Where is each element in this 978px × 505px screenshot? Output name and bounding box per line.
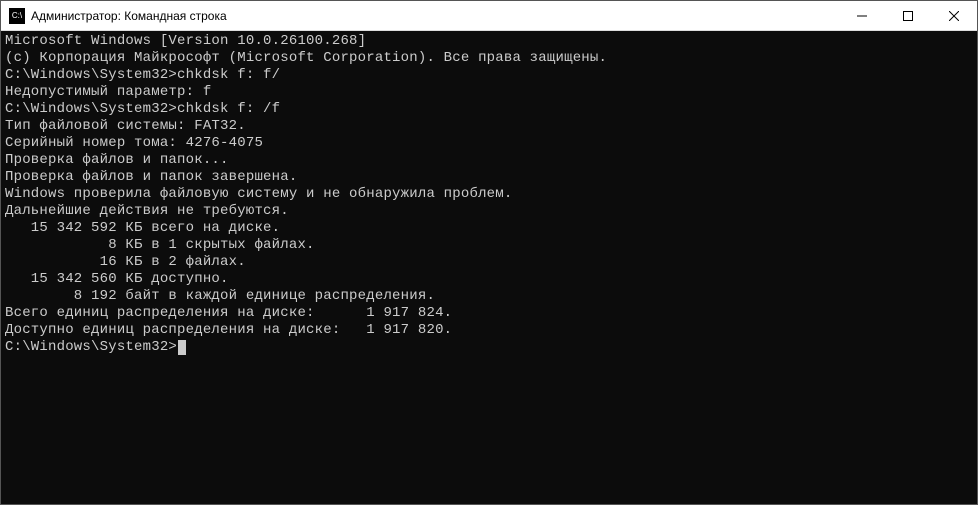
cmd-icon: C:\ bbox=[9, 8, 25, 24]
terminal-line: C:\Windows\System32> bbox=[5, 339, 973, 356]
terminal-line: Дальнейшие действия не требуются. bbox=[5, 203, 973, 220]
window-title: Администратор: Командная строка bbox=[25, 9, 839, 23]
terminal-line: Всего единиц распределения на диске: 1 9… bbox=[5, 305, 973, 322]
terminal-line: (c) Корпорация Майкрософт (Microsoft Cor… bbox=[5, 50, 973, 67]
terminal-line: 8 КБ в 1 скрытых файлах. bbox=[5, 237, 973, 254]
terminal-line: C:\Windows\System32>chkdsk f: f/ bbox=[5, 67, 973, 84]
terminal-line: 16 КБ в 2 файлах. bbox=[5, 254, 973, 271]
terminal-line: Microsoft Windows [Version 10.0.26100.26… bbox=[5, 33, 973, 50]
window-controls bbox=[839, 1, 977, 30]
maximize-button[interactable] bbox=[885, 1, 931, 30]
terminal-line: 15 342 592 КБ всего на диске. bbox=[5, 220, 973, 237]
cursor bbox=[178, 340, 186, 355]
terminal-line: 8 192 байт в каждой единице распределени… bbox=[5, 288, 973, 305]
close-button[interactable] bbox=[931, 1, 977, 30]
terminal-line: Тип файловой системы: FAT32. bbox=[5, 118, 973, 135]
terminal-output[interactable]: Microsoft Windows [Version 10.0.26100.26… bbox=[1, 31, 977, 504]
terminal-line: Проверка файлов и папок завершена. bbox=[5, 169, 973, 186]
terminal-line: Недопустимый параметр: f bbox=[5, 84, 973, 101]
minimize-button[interactable] bbox=[839, 1, 885, 30]
terminal-line: Доступно единиц распределения на диске: … bbox=[5, 322, 973, 339]
terminal-line: 15 342 560 КБ доступно. bbox=[5, 271, 973, 288]
terminal-line: Серийный номер тома: 4276-4075 bbox=[5, 135, 973, 152]
terminal-line: Проверка файлов и папок... bbox=[5, 152, 973, 169]
window-titlebar: C:\ Администратор: Командная строка bbox=[1, 1, 977, 31]
terminal-line: Windows проверила файловую систему и не … bbox=[5, 186, 973, 203]
terminal-line: C:\Windows\System32>chkdsk f: /f bbox=[5, 101, 973, 118]
